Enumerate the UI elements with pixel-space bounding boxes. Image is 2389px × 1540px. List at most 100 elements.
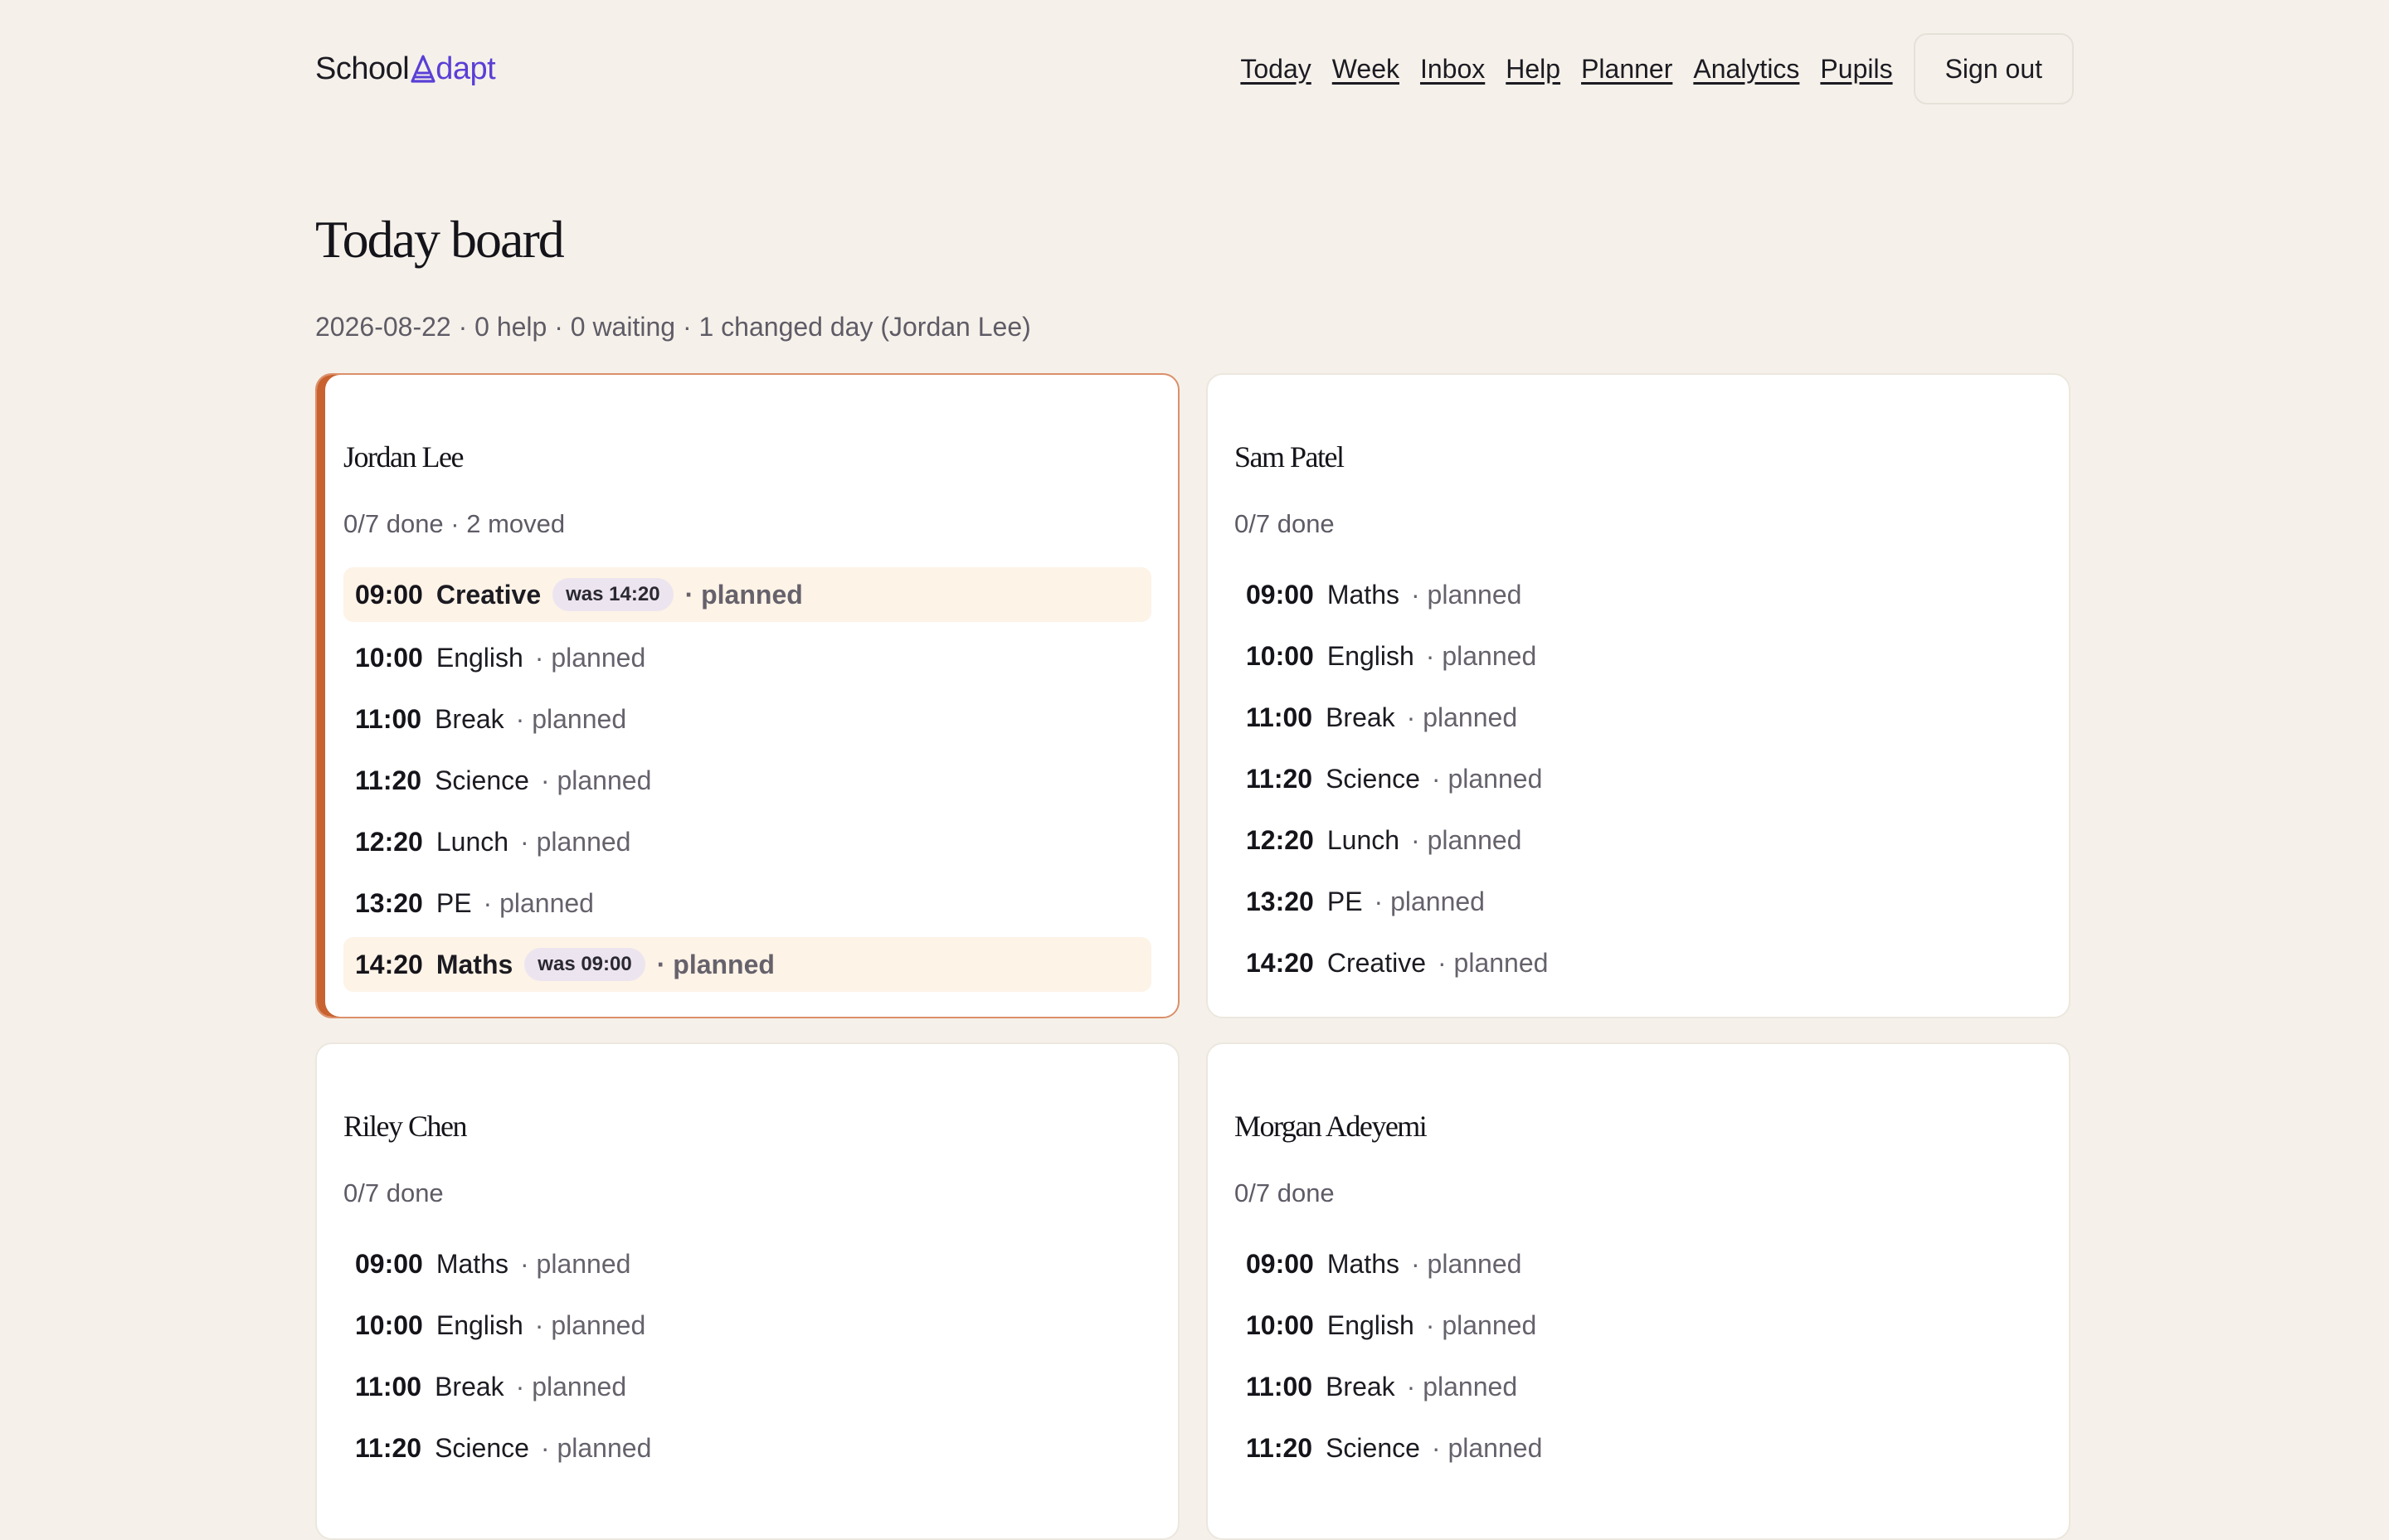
- slot-subject: Science: [435, 1432, 529, 1463]
- schedule-slot[interactable]: 10:00 English · planned: [343, 1298, 1151, 1353]
- board-summary: 2026-08-22 · 0 help · 0 waiting · 1 chan…: [315, 312, 1031, 342]
- slot-status: · planned: [519, 1248, 631, 1279]
- pupil-name: Riley Chen: [343, 1110, 467, 1143]
- nav-link-pupils[interactable]: Pupils: [1820, 54, 1892, 85]
- schedule-slot[interactable]: 09:00 Maths · planned: [1234, 567, 2042, 622]
- slot-status: · planned: [684, 579, 803, 610]
- pupil-card[interactable]: Jordan Lee 0/7 done · 2 moved 09:00 Creativ…: [315, 373, 1180, 1018]
- slot-time: 11:00: [355, 1371, 422, 1402]
- nav-link-week[interactable]: Week: [1332, 54, 1399, 85]
- slot-status: · planned: [1410, 1248, 1522, 1279]
- slot-subject: English: [435, 1309, 523, 1340]
- slot-time: 13:20: [1246, 886, 1314, 916]
- slot-subject: PE: [435, 887, 472, 918]
- top-header: School dapt Today Week Inbox Help Planne…: [315, 32, 2074, 106]
- sign-out-button[interactable]: Sign out: [1913, 33, 2074, 104]
- schedule-slot[interactable]: 10:00 English · planned: [1234, 1298, 2042, 1353]
- slot-subject: Creative: [1326, 947, 1426, 978]
- schedule-slot[interactable]: 09:00 Maths · planned: [1234, 1236, 2042, 1291]
- slot-subject: English: [1326, 1309, 1414, 1340]
- slot-subject: Lunch: [1326, 824, 1400, 855]
- slot-status: · planned: [656, 949, 775, 979]
- slot-time: 10:00: [1246, 1309, 1314, 1340]
- slot-time: 11:20: [355, 765, 422, 795]
- schedule-slot[interactable]: 11:00 Break · planned: [1234, 1359, 2042, 1414]
- schedule-slot[interactable]: 12:20 Lunch · planned: [343, 814, 1151, 869]
- schedule-slot[interactable]: 09:00 Creative was 14:20 · planned: [343, 567, 1151, 622]
- pupil-name: Morgan Adeyemi: [1234, 1110, 1428, 1143]
- slot-subject: Science: [1326, 763, 1420, 794]
- schedule-list: 09:00 Maths · planned 10:00 English · planned…: [1234, 1236, 2042, 1482]
- slot-subject: Break: [435, 703, 504, 734]
- slot-time: 14:20: [1246, 947, 1314, 978]
- pupil-progress: 0/7 done: [1234, 509, 1335, 538]
- slot-time: 10:00: [355, 642, 423, 673]
- slot-time: 09:00: [355, 1248, 423, 1279]
- schedule-slot[interactable]: 10:00 English · planned: [343, 630, 1151, 685]
- moved-from-badge: was 09:00: [524, 948, 645, 981]
- pupil-card[interactable]: Morgan Adeyemi 0/7 done 09:00 Maths · planne…: [1206, 1042, 2070, 1540]
- slot-status: · planned: [1431, 763, 1543, 794]
- slot-subject: Maths: [1326, 1248, 1399, 1279]
- schedule-slot[interactable]: 09:00 Maths · planned: [343, 1236, 1151, 1291]
- nav-link-today[interactable]: Today: [1240, 54, 1311, 85]
- slot-subject: Maths: [1326, 579, 1399, 610]
- nav-link-help[interactable]: Help: [1506, 54, 1560, 85]
- schedule-slot[interactable]: 10:00 English · planned: [1234, 629, 2042, 683]
- slot-status: · planned: [1410, 579, 1522, 610]
- logo-a-icon: [411, 55, 435, 83]
- slot-status: · planned: [534, 1309, 646, 1340]
- slot-subject: Science: [1326, 1432, 1420, 1463]
- nav-link-inbox[interactable]: Inbox: [1420, 54, 1485, 85]
- slot-subject: Maths: [435, 1248, 508, 1279]
- schedule-slot[interactable]: 12:20 Lunch · planned: [1234, 813, 2042, 867]
- pupil-progress: 0/7 done · 2 moved: [343, 509, 566, 538]
- slot-subject: Break: [1326, 702, 1395, 732]
- slot-subject: Science: [435, 765, 529, 795]
- slot-time: 11:20: [1246, 1432, 1313, 1463]
- slot-time: 12:20: [1246, 824, 1314, 855]
- slot-time: 13:20: [355, 887, 423, 918]
- pupil-name: Sam Patel: [1234, 440, 1345, 474]
- schedule-slot[interactable]: 11:20 Science · planned: [1234, 751, 2042, 806]
- slot-status: · planned: [520, 826, 631, 857]
- nav-link-analytics[interactable]: Analytics: [1693, 54, 1799, 85]
- slot-subject: English: [435, 642, 523, 673]
- pupil-progress: 0/7 done: [343, 1178, 444, 1207]
- schedule-slot[interactable]: 11:20 Science · planned: [343, 1421, 1151, 1475]
- logo-school-text: School: [315, 51, 410, 86]
- schedule-slot[interactable]: 11:20 Science · planned: [343, 753, 1151, 808]
- slot-time: 11:20: [355, 1432, 422, 1463]
- nav-link-planner[interactable]: Planner: [1581, 54, 1672, 85]
- pupil-name: Jordan Lee: [343, 440, 464, 474]
- schedule-slot[interactable]: 11:00 Break · planned: [1234, 690, 2042, 745]
- schedule-list: 09:00 Maths · planned 10:00 English · planned…: [343, 1236, 1151, 1482]
- schedule-slot[interactable]: 11:20 Science · planned: [1234, 1421, 2042, 1475]
- schedule-slot[interactable]: 11:00 Break · planned: [343, 1359, 1151, 1414]
- schedule-slot[interactable]: 13:20 PE · planned: [1234, 874, 2042, 929]
- slot-status: · planned: [1431, 1432, 1543, 1463]
- schedule-slot[interactable]: 14:20 Creative · planned: [1234, 935, 2042, 990]
- pupil-progress: 0/7 done: [1234, 1178, 1335, 1207]
- schedule-slot[interactable]: 13:20 PE · planned: [343, 876, 1151, 930]
- pupil-card[interactable]: Riley Chen 0/7 done 09:00 Maths · planned 10:…: [315, 1042, 1180, 1540]
- slot-time: 14:20: [355, 949, 423, 979]
- main-nav: Today Week Inbox Help Planner Analytics …: [1219, 33, 2074, 104]
- slot-time: 09:00: [1246, 1248, 1314, 1279]
- pupil-card[interactable]: Sam Patel 0/7 done 09:00 Maths · planned 10:0…: [1206, 373, 2070, 1018]
- slot-status: · planned: [1438, 947, 1549, 978]
- slot-time: 10:00: [355, 1309, 423, 1340]
- slot-time: 12:20: [355, 826, 423, 857]
- slot-time: 11:00: [1246, 1371, 1313, 1402]
- slot-status: · planned: [483, 887, 594, 918]
- slot-time: 11:00: [1246, 702, 1313, 732]
- slot-status: · planned: [1406, 702, 1518, 732]
- schedule-list: 09:00 Creative was 14:20 · planned 10:00 Engl…: [343, 567, 1151, 1000]
- slot-subject: English: [1326, 640, 1414, 671]
- slot-status: · planned: [1425, 1309, 1537, 1340]
- schedule-slot[interactable]: 14:20 Maths was 09:00 · planned: [343, 937, 1151, 992]
- schedule-list: 09:00 Maths · planned 10:00 English · planned…: [1234, 567, 2042, 997]
- schedule-slot[interactable]: 11:00 Break · planned: [343, 692, 1151, 746]
- app-logo[interactable]: School dapt: [315, 51, 496, 87]
- slot-subject: Break: [1326, 1371, 1395, 1402]
